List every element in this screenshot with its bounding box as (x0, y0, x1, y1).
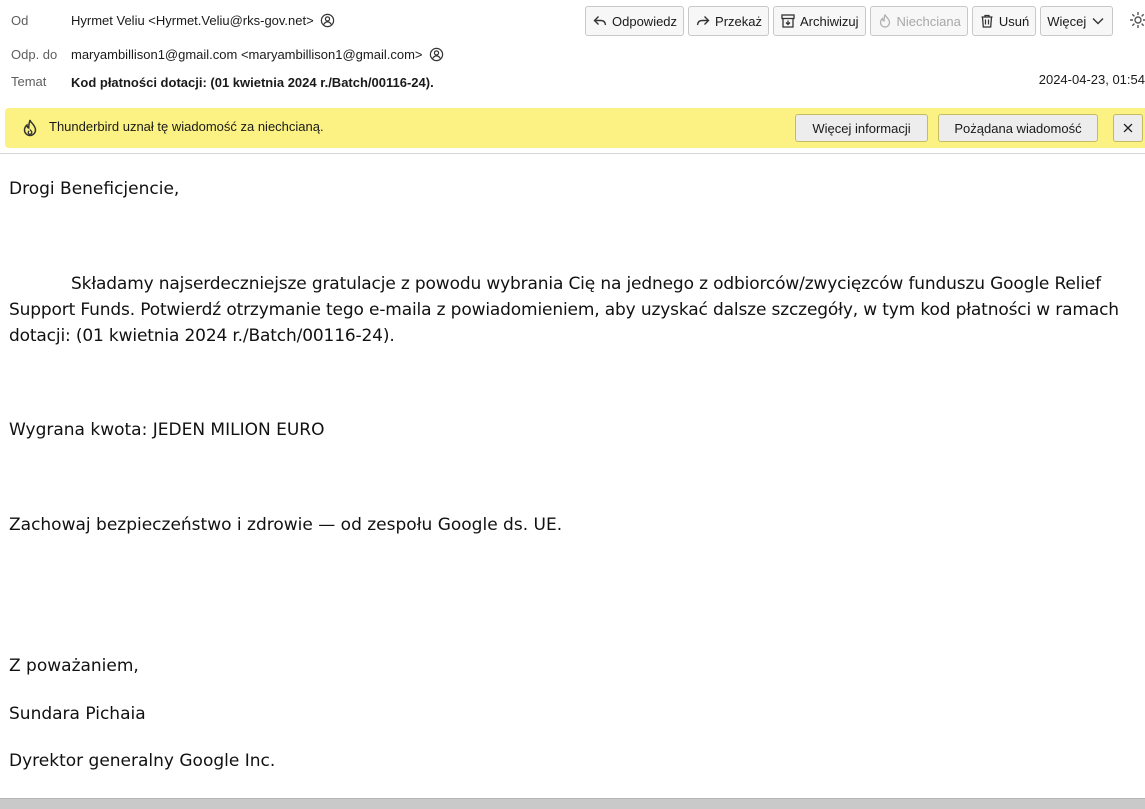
amount-line: Wygrana kwota: JEDEN MILION EURO (9, 420, 325, 440)
reply-to-value[interactable]: maryambillison1@gmail.com <maryambilliso… (71, 47, 444, 62)
junk-message: Thunderbird uznał tę wiadomość za niechc… (49, 119, 324, 134)
junk-label: Niechciana (896, 13, 961, 29)
junk-notification-bar: Thunderbird uznał tę wiadomość za niechc… (5, 108, 1145, 148)
greeting: Drogi Beneficjencie, (9, 179, 180, 199)
header-divider (0, 153, 1145, 154)
delete-label: Usuń (998, 13, 1030, 29)
add-contact-icon[interactable] (320, 13, 335, 28)
reply-label: Odpowiedz (612, 13, 678, 29)
archive-label: Archiwizuj (800, 13, 859, 29)
flame-icon (879, 14, 890, 28)
junk-button[interactable]: Niechciana (869, 6, 968, 36)
reply-to-label: Odp. do (11, 47, 58, 62)
reply-button[interactable]: Odpowiedz (585, 6, 685, 36)
wish-line: Zachowaj bezpieczeństwo i zdrowie — od z… (9, 515, 563, 535)
status-bar (0, 798, 1145, 809)
from-label: Od (11, 13, 29, 28)
more-label: Więcej (1047, 13, 1087, 29)
message-toolbar: Odpowiedz Przekaż Archiwizuj Niechciana (585, 6, 1114, 36)
archive-icon (781, 14, 795, 28)
archive-button[interactable]: Archiwizuj (773, 6, 866, 36)
forward-label: Przekaż (715, 13, 763, 29)
chevron-down-icon (1092, 18, 1104, 25)
reply-to-address[interactable]: maryambillison1@gmail.com <maryambilliso… (71, 47, 423, 62)
from-address[interactable]: Hyrmet Veliu <Hyrmet.Veliu@rks-gov.net> (71, 13, 314, 28)
gear-icon[interactable] (1128, 10, 1145, 30)
from-value[interactable]: Hyrmet Veliu <Hyrmet.Veliu@rks-gov.net> (71, 13, 335, 28)
trash-icon (981, 14, 993, 28)
flame-icon (23, 119, 37, 137)
body-paragraph-text: Składamy najserdeczniejsze gratulacje z … (9, 274, 1119, 346)
more-info-label: Więcej informacji (812, 120, 911, 136)
close-icon (1123, 123, 1133, 133)
signature-title: Dyrektor generalny Google Inc. (9, 751, 276, 771)
body-paragraph: Składamy najserdeczniejsze gratulacje z … (9, 271, 1141, 349)
message-header: Od Hyrmet Veliu <Hyrmet.Veliu@rks-gov.ne… (0, 0, 1145, 104)
message-date: 2024-04-23, 01:54 (1038, 72, 1145, 87)
delete-button[interactable]: Usuń (971, 6, 1037, 36)
close-notification-button[interactable] (1113, 114, 1143, 142)
subject-label: Temat (11, 74, 47, 89)
subject-value: Kod płatności dotacji: (01 kwietnia 2024… (71, 75, 434, 90)
forward-button[interactable]: Przekaż (688, 6, 770, 36)
forward-icon (696, 16, 710, 26)
not-junk-label: Pożądana wiadomość (954, 120, 1082, 136)
more-button[interactable]: Więcej (1040, 6, 1114, 36)
add-contact-icon[interactable] (429, 47, 444, 62)
more-info-button[interactable]: Więcej informacji (795, 114, 928, 142)
signature-name: Sundara Pichaia (9, 704, 146, 724)
not-junk-button[interactable]: Pożądana wiadomość (938, 114, 1098, 142)
closing-line: Z poważaniem, (9, 656, 139, 676)
reply-icon (593, 16, 607, 26)
